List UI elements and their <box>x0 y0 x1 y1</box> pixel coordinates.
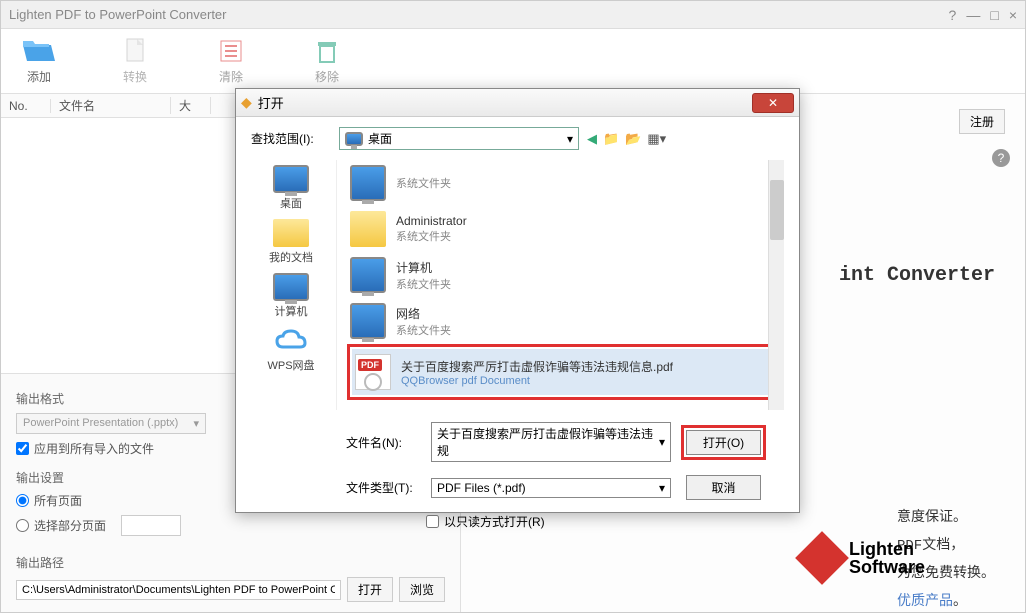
add-button[interactable]: 添加 <box>21 37 57 85</box>
back-icon[interactable]: ◀ <box>587 131 597 147</box>
place-wps[interactable]: WPS网盘 <box>267 327 314 373</box>
file-item-computer[interactable]: 计算机系统文件夹 <box>347 252 784 298</box>
computer-icon <box>350 165 386 201</box>
desktop-icon <box>345 132 363 146</box>
output-path-label: 输出路径 <box>16 554 445 571</box>
logo-icon <box>795 531 849 585</box>
browse-button[interactable]: 浏览 <box>399 577 445 602</box>
maximize-button[interactable]: □ <box>990 7 998 23</box>
promo-link[interactable]: 优质产品 <box>897 594 953 610</box>
brand-logo: Lighten Software <box>803 539 925 577</box>
computer-icon <box>273 273 309 301</box>
place-mydocs[interactable]: 我的文档 <box>269 219 313 265</box>
page-range-input[interactable] <box>121 515 181 536</box>
lookin-label: 查找范围(I): <box>251 130 331 147</box>
document-icon <box>117 37 153 65</box>
register-button[interactable]: 注册 <box>959 109 1005 134</box>
filename-input[interactable]: 关于百度搜索严厉打击虚假诈骗等违法违规▾ <box>431 422 671 462</box>
desktop-icon <box>273 165 309 193</box>
cloud-icon <box>273 327 309 355</box>
app-icon: ◆ <box>241 94 252 111</box>
network-icon <box>350 303 386 339</box>
window-controls: ? — □ × <box>949 7 1017 23</box>
clear-list-icon <box>213 37 249 65</box>
col-no[interactable]: No. <box>1 99 51 113</box>
filetype-select[interactable]: PDF Files (*.pdf)▾ <box>431 478 671 498</box>
chevron-down-icon: ▾ <box>567 132 573 146</box>
computer-icon <box>350 257 386 293</box>
file-item-network[interactable]: 网络系统文件夹 <box>347 298 784 344</box>
col-filename[interactable]: 文件名 <box>51 97 171 114</box>
place-desktop[interactable]: 桌面 <box>273 165 309 211</box>
places-bar: 桌面 我的文档 计算机 WPS网盘 <box>251 160 331 410</box>
main-toolbar: 添加 转换 清除 移除 <box>1 29 1025 94</box>
dialog-toolbar: ◀ 📁 📂 ▦▾ <box>587 131 666 147</box>
dialog-cancel-button[interactable]: 取消 <box>686 475 761 500</box>
view-menu-icon[interactable]: ▦▾ <box>647 131 666 147</box>
help-icon[interactable]: ? <box>992 149 1010 167</box>
app-title: Lighten PDF to PowerPoint Converter <box>9 7 949 22</box>
close-button[interactable]: × <box>1009 7 1017 23</box>
clear-button[interactable]: 清除 <box>213 37 249 85</box>
folder-open-icon <box>21 37 57 65</box>
file-item-admin[interactable]: Administrator系统文件夹 <box>347 206 784 252</box>
remove-button[interactable]: 移除 <box>309 37 345 85</box>
dialog-close-button[interactable]: ✕ <box>752 93 794 113</box>
open-button-highlight: 打开(O) <box>681 425 766 460</box>
readonly-checkbox[interactable]: 以只读方式打开(R) <box>426 513 784 530</box>
up-folder-icon[interactable]: 📁 <box>603 131 619 147</box>
open-file-dialog: ◆ 打开 ✕ 查找范围(I): 桌面 ▾ ◀ 📁 📂 ▦▾ 桌面 <box>235 88 800 513</box>
convert-button[interactable]: 转换 <box>117 37 153 85</box>
pdf-file-icon: PDF <box>355 354 391 390</box>
file-item-pdf[interactable]: PDF 关于百度搜索严厉打击虚假诈骗等违法违规信息.pdfQQBrowser p… <box>352 349 779 395</box>
new-folder-icon[interactable]: 📂 <box>625 131 641 147</box>
output-format-select[interactable]: PowerPoint Presentation (.pptx)▾ <box>16 413 206 434</box>
chevron-down-icon[interactable]: ▾ <box>659 435 665 449</box>
filename-label: 文件名(N): <box>346 434 421 451</box>
folder-icon <box>273 219 309 247</box>
scroll-thumb[interactable] <box>770 180 784 240</box>
scrollbar[interactable] <box>768 160 784 410</box>
dialog-titlebar[interactable]: ◆ 打开 ✕ <box>236 89 799 117</box>
trash-icon <box>309 37 345 65</box>
titlebar: Lighten PDF to PowerPoint Converter ? — … <box>1 1 1025 29</box>
file-item-selected-highlight: PDF 关于百度搜索严厉打击虚假诈骗等违法违规信息.pdfQQBrowser p… <box>347 344 784 400</box>
dialog-open-button[interactable]: 打开(O) <box>686 430 761 455</box>
chevron-down-icon[interactable]: ▾ <box>659 481 665 495</box>
col-size[interactable]: 大 <box>171 97 211 114</box>
promo-title: int Converter <box>839 264 995 287</box>
place-computer[interactable]: 计算机 <box>273 273 309 319</box>
file-list[interactable]: 系统文件夹 Administrator系统文件夹 计算机系统文件夹 网络系统文件… <box>336 160 784 410</box>
output-path-input[interactable] <box>16 580 341 600</box>
chevron-down-icon: ▾ <box>193 417 199 430</box>
file-item-sysfolder[interactable]: 系统文件夹 <box>347 160 784 206</box>
lookin-select[interactable]: 桌面 ▾ <box>339 127 579 150</box>
dialog-title: ◆ 打开 <box>241 93 752 112</box>
folder-icon <box>350 211 386 247</box>
filetype-label: 文件类型(T): <box>346 479 421 496</box>
help-button[interactable]: ? <box>949 7 957 23</box>
open-path-button[interactable]: 打开 <box>347 577 393 602</box>
minimize-button[interactable]: — <box>966 7 980 23</box>
